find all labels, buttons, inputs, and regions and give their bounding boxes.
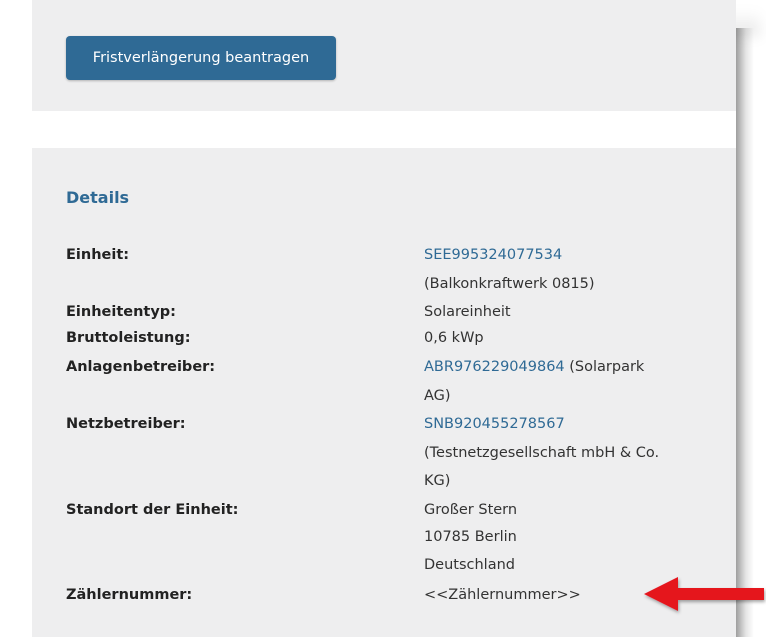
location-label: Standort der Einheit: <box>66 502 239 518</box>
unit-name-value: (Balkonkraftwerk 0815) <box>424 276 595 292</box>
gross-power-label: Bruttoleistung: <box>66 330 191 346</box>
gross-power-value: 0,6 kWp <box>424 330 484 346</box>
location-country: Deutschland <box>424 557 515 573</box>
operator-id-link[interactable]: ABR976229049864 <box>424 359 565 375</box>
unit-id-link[interactable]: SEE995324077534 <box>424 247 562 263</box>
unit-type-label: Einheitentyp: <box>66 304 176 320</box>
grid-operator-id-value: SNB920455278567 <box>424 412 565 436</box>
unit-label: Einheit: <box>66 247 130 263</box>
details-panel <box>32 148 736 637</box>
operator-value: ABR976229049864 (Solarpark <box>424 355 644 379</box>
grid-operator-name-continued: KG) <box>424 473 451 489</box>
meter-number-label: Zählernummer: <box>66 587 193 603</box>
details-heading: Details <box>66 188 130 207</box>
location-city: 10785 Berlin <box>424 529 517 545</box>
operator-name: (Solarpark <box>564 359 645 375</box>
location-street: Großer Stern <box>424 502 518 518</box>
page: Fristverlängerung beantragen Details Ein… <box>0 0 766 637</box>
panel-shadow-right <box>736 28 754 637</box>
meter-number-value: <<Zählernummer>> <box>424 587 581 603</box>
grid-operator-id-link[interactable]: SNB920455278567 <box>424 416 565 432</box>
unit-type-value: Solareinheit <box>424 304 511 320</box>
operator-label: Anlagenbetreiber: <box>66 359 216 375</box>
red-arrow-left-icon <box>644 577 764 611</box>
grid-operator-name: (Testnetzgesellschaft mbH & Co. <box>424 445 660 461</box>
operator-name-continued: AG) <box>424 388 451 404</box>
grid-operator-label: Netzbetreiber: <box>66 416 186 432</box>
unit-id-value: SEE995324077534 <box>424 243 562 267</box>
extension-request-button[interactable]: Fristverlängerung beantragen <box>66 36 336 80</box>
